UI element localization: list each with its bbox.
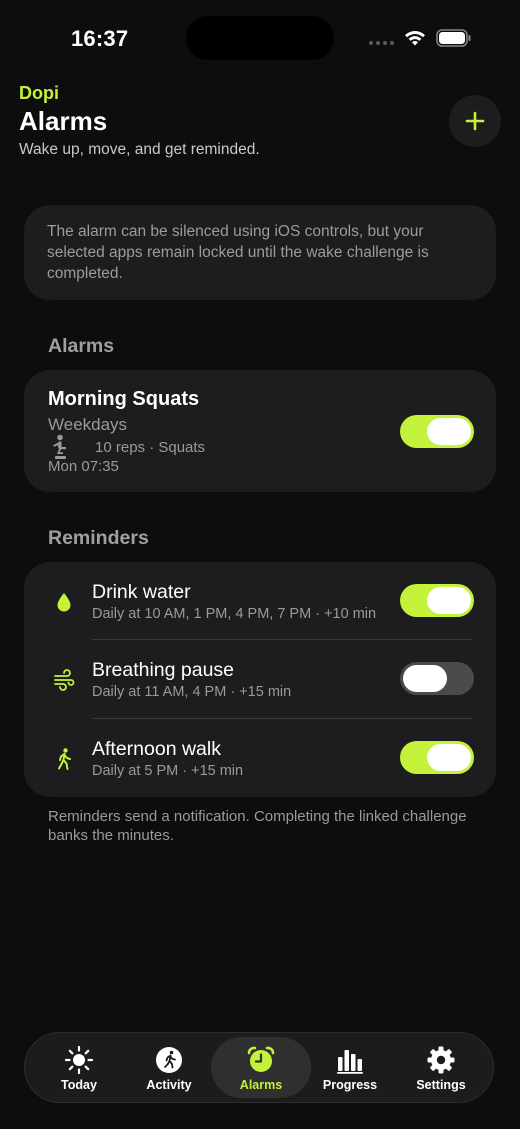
reminders-card: Drink water Daily at 10 AM, 1 PM, 4 PM, … bbox=[24, 562, 496, 797]
tab-label: Alarms bbox=[239, 1078, 283, 1092]
toggle-knob bbox=[427, 587, 471, 614]
reminder-schedule: Daily at 10 AM, 1 PM, 4 PM, 7 PM · +10 m… bbox=[92, 606, 377, 622]
reminder-name: Afternoon walk bbox=[92, 738, 221, 760]
tab-activity[interactable]: Activity bbox=[124, 1033, 214, 1102]
tab-settings[interactable]: Settings bbox=[396, 1033, 486, 1102]
wifi-icon bbox=[405, 30, 425, 46]
reminder-schedule: Daily at 11 AM, 4 PM · +15 min bbox=[92, 684, 292, 700]
gear-icon bbox=[427, 1046, 455, 1074]
toggle-knob bbox=[427, 418, 471, 445]
add-alarm-button[interactable] bbox=[449, 95, 501, 147]
info-text: The alarm can be silenced using iOS cont… bbox=[47, 223, 429, 282]
alarm-card[interactable]: Morning Squats Weekdays 10 reps · Squats… bbox=[24, 370, 496, 492]
page-title: Alarms bbox=[19, 106, 108, 136]
tab-label: Activity bbox=[146, 1078, 192, 1092]
info-card: The alarm can be silenced using iOS cont… bbox=[24, 205, 496, 300]
reminder-row-breathing-pause[interactable]: Breathing pause Daily at 11 AM, 4 PM · +… bbox=[24, 640, 496, 718]
tab-alarms[interactable]: Alarms bbox=[211, 1037, 311, 1098]
alarms-section-title: Alarms bbox=[48, 335, 115, 357]
tab-label: Today bbox=[61, 1078, 97, 1092]
tab-label: Settings bbox=[416, 1078, 466, 1092]
reminders-footnote: Reminders send a notification. Completin… bbox=[48, 808, 467, 844]
reminder-row-afternoon-walk[interactable]: Afternoon walk Daily at 5 PM · +15 min bbox=[24, 719, 496, 797]
activity-icon bbox=[156, 1047, 182, 1073]
reminder-toggle[interactable] bbox=[400, 584, 474, 617]
tab-bar: Today Activity Alarms Progress Settings bbox=[24, 1032, 494, 1103]
cellular-signal-icon bbox=[369, 41, 394, 45]
reminders-section-title: Reminders bbox=[48, 527, 149, 549]
alarm-toggle[interactable] bbox=[400, 415, 474, 448]
bar-chart-icon bbox=[337, 1050, 363, 1074]
reminder-row-drink-water[interactable]: Drink water Daily at 10 AM, 1 PM, 4 PM, … bbox=[24, 562, 496, 640]
tab-label: Progress bbox=[322, 1078, 378, 1092]
reminder-name: Drink water bbox=[92, 581, 191, 603]
toggle-knob bbox=[427, 744, 471, 771]
squat-icon bbox=[53, 434, 66, 459]
wind-icon bbox=[54, 669, 75, 691]
alarm-name: Morning Squats bbox=[48, 388, 200, 410]
tab-today[interactable]: Today bbox=[34, 1033, 124, 1102]
status-bar: 16:37 bbox=[0, 0, 520, 80]
reminder-name: Breathing pause bbox=[92, 659, 235, 681]
walk-icon bbox=[58, 748, 71, 770]
status-time: 16:37 bbox=[71, 26, 129, 51]
alarm-next-time: Mon 07:35 bbox=[48, 458, 119, 475]
battery-icon bbox=[436, 29, 471, 47]
plus-icon bbox=[465, 111, 485, 131]
reminder-schedule: Daily at 5 PM · +15 min bbox=[92, 763, 244, 779]
tab-progress[interactable]: Progress bbox=[305, 1033, 395, 1102]
reminder-toggle[interactable] bbox=[400, 662, 474, 695]
water-drop-icon bbox=[57, 593, 71, 612]
sun-icon bbox=[64, 1045, 94, 1075]
alarm-days: Weekdays bbox=[48, 415, 128, 434]
toggle-knob bbox=[403, 665, 447, 692]
dynamic-island bbox=[186, 16, 334, 60]
alarm-challenge-detail: 10 reps · Squats bbox=[95, 439, 206, 456]
app-brand: Dopi bbox=[19, 83, 59, 103]
page-subtitle: Wake up, move, and get reminded. bbox=[19, 141, 260, 158]
alarm-clock-icon bbox=[247, 1046, 275, 1072]
reminder-toggle[interactable] bbox=[400, 741, 474, 774]
